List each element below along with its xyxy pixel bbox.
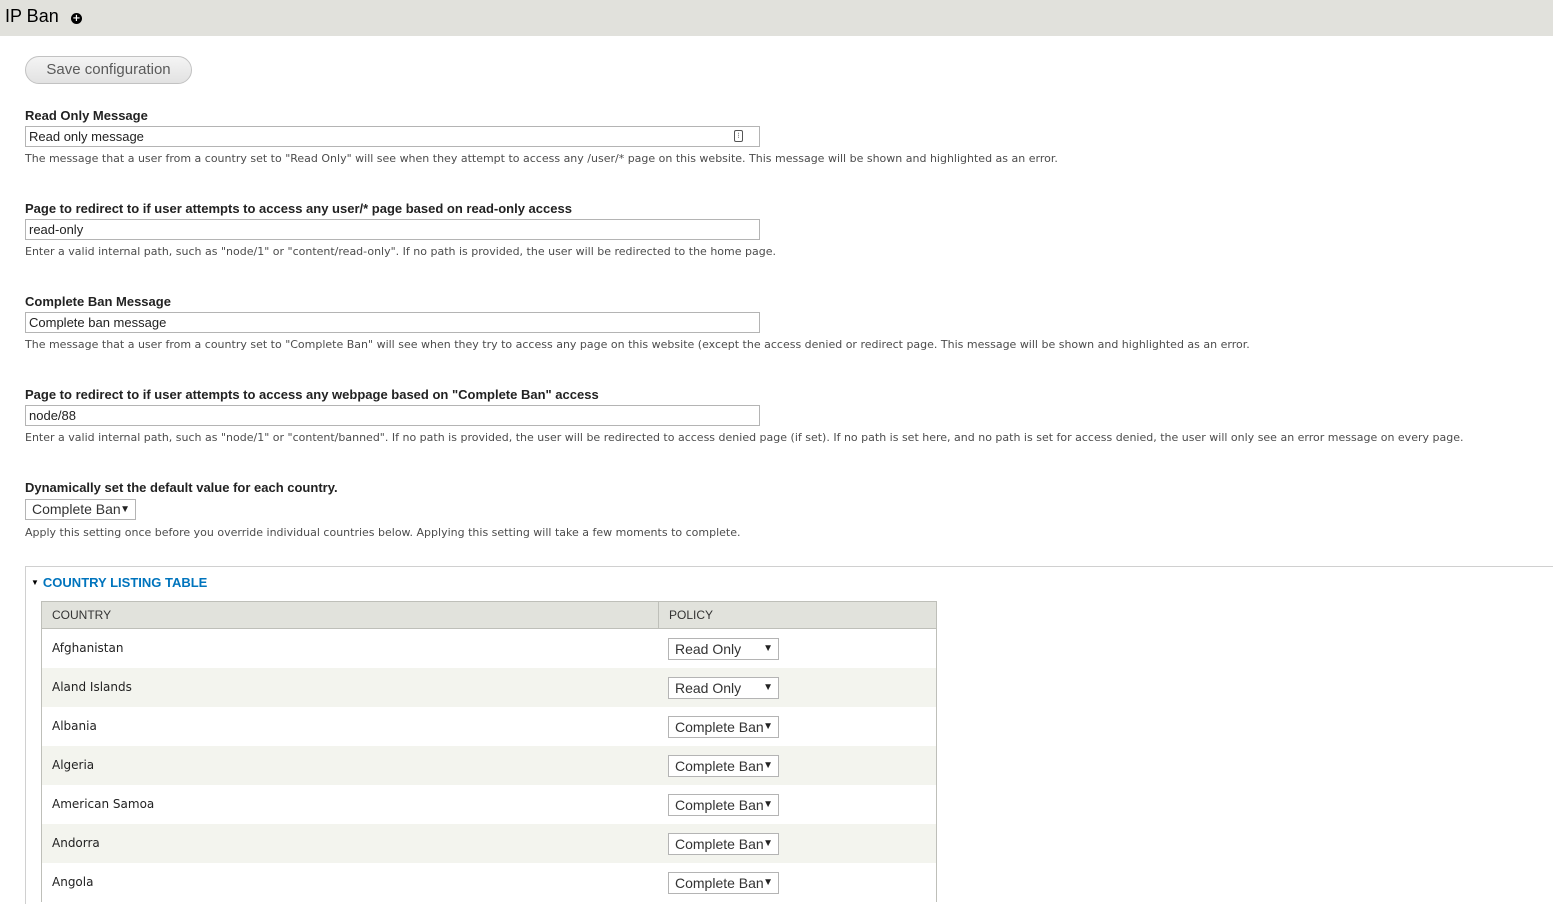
read-only-redirect-value: read-only (29, 222, 84, 237)
country-name: Algeria (52, 758, 95, 772)
policy-select[interactable]: Complete Ban ▼ (668, 872, 779, 894)
country-listing-legend: COUNTRY LISTING TABLE (42, 575, 208, 590)
read-only-message-label: Read Only Message (25, 108, 148, 123)
table-row: Afghanistan Read Only ▼ (42, 629, 936, 668)
dropdown-arrow-icon: ▼ (763, 760, 773, 771)
table-row: Aland Islands Read Only ▼ (42, 668, 936, 707)
dropdown-arrow-icon: ▼ (763, 682, 773, 693)
read-only-redirect-input[interactable]: read-only (25, 219, 760, 240)
policy-select[interactable]: Complete Ban ▼ (668, 716, 779, 738)
save-configuration-button[interactable]: Save configuration (25, 56, 192, 84)
dropdown-arrow-icon: ▼ (763, 838, 773, 849)
read-only-message-value: Read only message (29, 129, 144, 144)
column-header-country: COUNTRY (52, 608, 112, 622)
table-row: Algeria Complete Ban ▼ (42, 746, 936, 785)
default-value-select[interactable]: Complete Ban ▼ (25, 499, 136, 520)
dropdown-arrow-icon: ▼ (763, 877, 773, 888)
dropdown-arrow-icon: ▼ (763, 721, 773, 732)
policy-selected: Read Only (675, 680, 742, 696)
column-header-policy: POLICY (658, 602, 713, 628)
policy-select[interactable]: Complete Ban ▼ (668, 794, 779, 816)
policy-selected: Complete Ban (675, 719, 764, 735)
complete-ban-redirect-input[interactable]: node/88 (25, 405, 760, 426)
policy-select[interactable]: Read Only ▼ (668, 677, 779, 699)
complete-ban-redirect-value: node/88 (29, 408, 76, 423)
policy-select[interactable]: Complete Ban ▼ (668, 833, 779, 855)
table-header: COUNTRY POLICY (42, 602, 936, 629)
policy-selected: Complete Ban (675, 875, 764, 891)
read-only-redirect-description: Enter a valid internal path, such as "no… (25, 245, 776, 258)
page-title: IP Ban (5, 6, 59, 26)
default-value-selected: Complete Ban (32, 501, 121, 517)
country-name: Andorra (52, 836, 100, 850)
table-row: Angola Complete Ban ▼ (42, 863, 936, 902)
dropdown-arrow-icon: ▼ (763, 643, 773, 654)
country-listing-toggle[interactable]: ▼ COUNTRY LISTING TABLE (31, 575, 207, 591)
default-value-description: Apply this setting once before you overr… (25, 526, 741, 539)
country-name: American Samoa (52, 797, 155, 811)
add-shortcut-icon[interactable]: + (71, 13, 82, 24)
page-header: IP Ban + (0, 0, 1553, 36)
country-name: Afghanistan (52, 641, 124, 655)
collapse-arrow-icon: ▼ (31, 578, 39, 587)
dropdown-arrow-icon: ▼ (763, 799, 773, 810)
table-row: Andorra Complete Ban ▼ (42, 824, 936, 863)
policy-select[interactable]: Complete Ban ▼ (668, 755, 779, 777)
dropdown-arrow-icon: ▼ (120, 504, 130, 515)
read-only-redirect-label: Page to redirect to if user attempts to … (25, 201, 572, 216)
default-value-label: Dynamically set the default value for ea… (25, 480, 338, 495)
country-name: Angola (52, 875, 94, 889)
policy-select[interactable]: Read Only ▼ (668, 638, 779, 660)
complete-ban-message-description: The message that a user from a country s… (25, 338, 1250, 351)
policy-selected: Complete Ban (675, 758, 764, 774)
autofill-icon[interactable]: ⁝ (734, 130, 743, 142)
complete-ban-redirect-label: Page to redirect to if user attempts to … (25, 387, 599, 402)
complete-ban-redirect-description: Enter a valid internal path, such as "no… (25, 431, 1464, 444)
country-name: Aland Islands (52, 680, 132, 694)
complete-ban-message-label: Complete Ban Message (25, 294, 171, 309)
complete-ban-message-input[interactable]: Complete ban message (25, 312, 760, 333)
table-row: American Samoa Complete Ban ▼ (42, 785, 936, 824)
complete-ban-message-value: Complete ban message (29, 315, 167, 330)
read-only-message-description: The message that a user from a country s… (25, 152, 1058, 165)
table-row: Albania Complete Ban ▼ (42, 707, 936, 746)
policy-selected: Read Only (675, 641, 742, 657)
read-only-message-input[interactable]: Read only message ⁝ (25, 126, 760, 147)
policy-selected: Complete Ban (675, 797, 764, 813)
policy-selected: Complete Ban (675, 836, 764, 852)
country-name: Albania (52, 719, 97, 733)
country-table: COUNTRY POLICY Afghanistan Read Only ▼ A… (41, 601, 937, 902)
